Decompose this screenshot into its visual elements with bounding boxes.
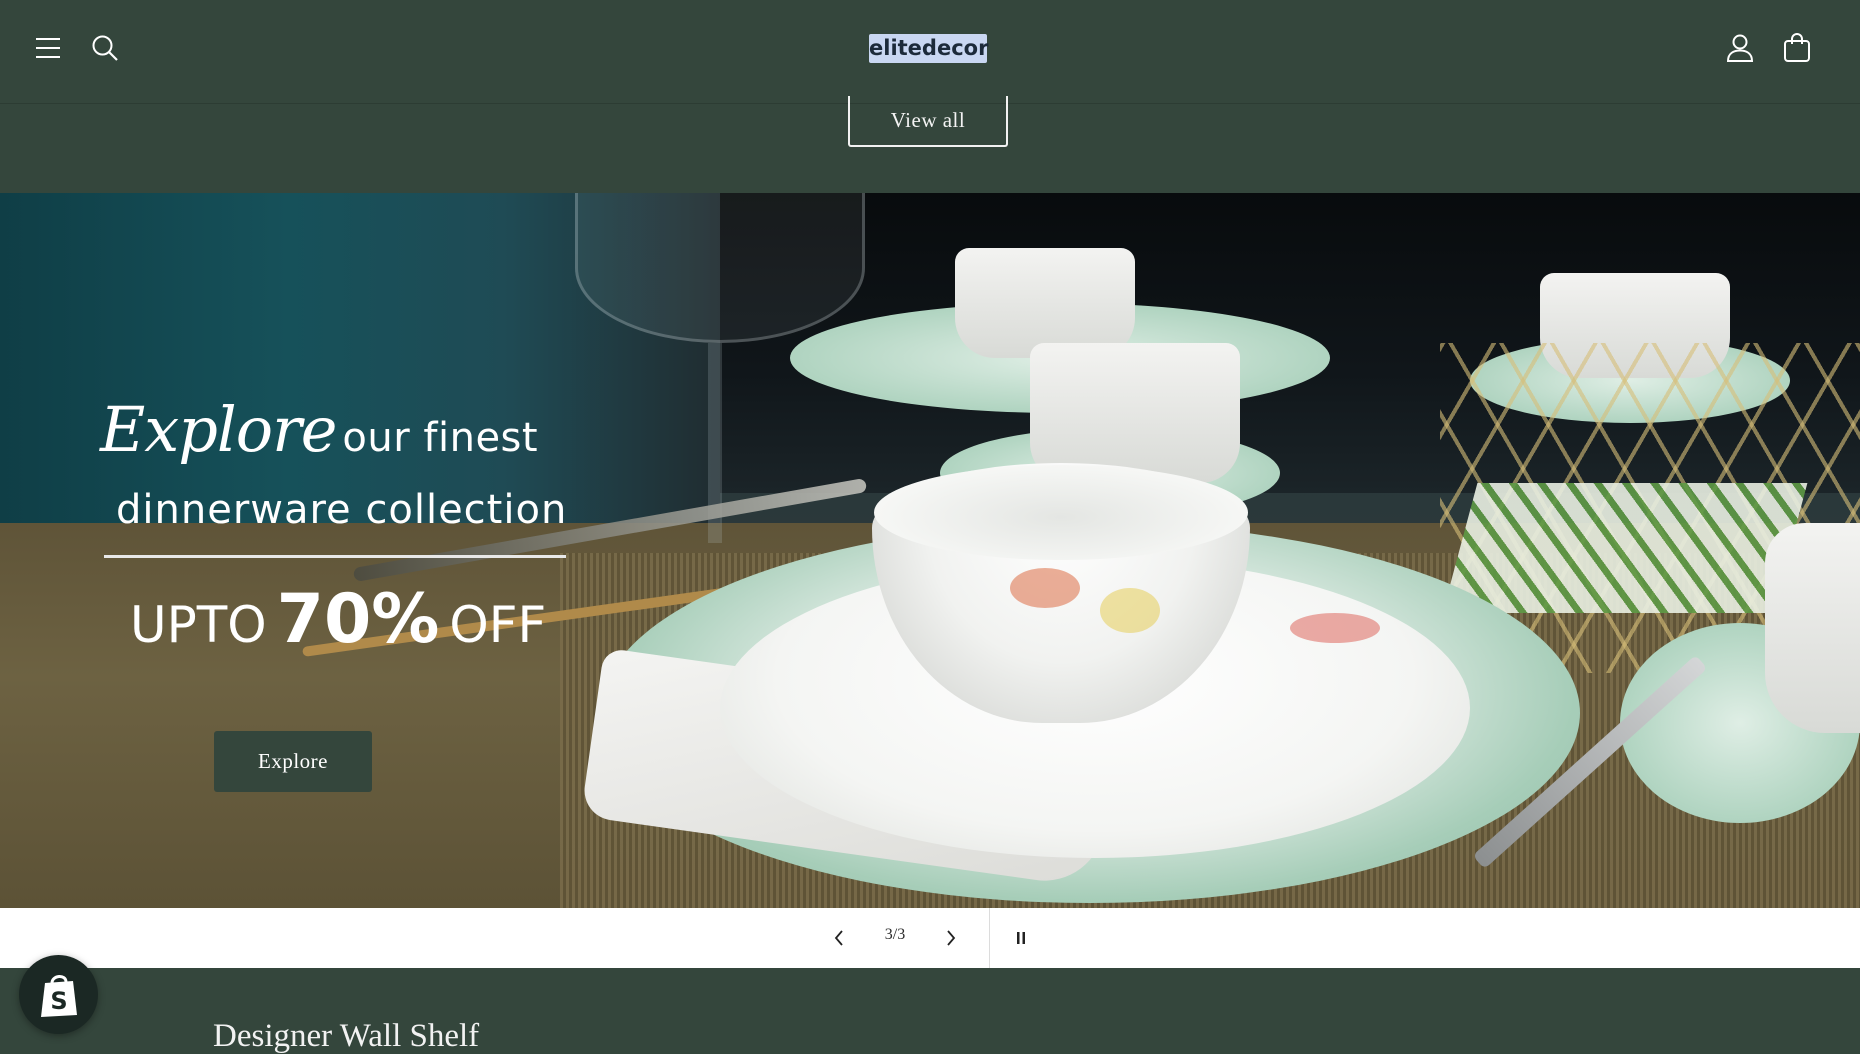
user-account-icon[interactable] bbox=[1722, 30, 1758, 66]
green-checked-napkin bbox=[1442, 483, 1808, 613]
hero-divider bbox=[104, 555, 566, 558]
chevron-left-icon[interactable] bbox=[821, 920, 857, 956]
floral-pattern bbox=[1010, 568, 1080, 608]
middle-cup bbox=[1030, 343, 1240, 483]
hamburger-menu-icon[interactable] bbox=[30, 30, 66, 66]
offer-upto: UPTO bbox=[130, 596, 267, 654]
slide-counter: 3/3 bbox=[884, 926, 906, 943]
hero-headline-line2: dinnerware collection bbox=[116, 487, 568, 533]
shopify-letter: S bbox=[50, 987, 67, 1015]
pause-icon[interactable] bbox=[1003, 920, 1039, 956]
view-all-button[interactable]: View all bbox=[848, 96, 1008, 147]
site-header: elitedecor bbox=[0, 0, 1860, 104]
shopping-bag-icon[interactable] bbox=[1779, 30, 1815, 66]
slideshow-controls: 3/3 bbox=[0, 908, 1860, 968]
hero-offer: UPTO 70% OFF bbox=[130, 580, 546, 659]
offer-percent: 70% bbox=[276, 580, 440, 659]
back-cup bbox=[955, 248, 1135, 358]
section-title: Designer Wall Shelf bbox=[213, 1018, 480, 1054]
floral-pattern bbox=[1290, 613, 1380, 643]
hero-headline-rest: our finest bbox=[342, 415, 539, 461]
right-cup bbox=[1765, 523, 1860, 733]
controls-divider bbox=[989, 908, 990, 968]
wall-shelf-section: Designer Wall Shelf bbox=[0, 968, 1860, 1054]
floral-pattern bbox=[1100, 588, 1160, 633]
wine-glass-illustration bbox=[575, 193, 865, 343]
explore-button[interactable]: Explore bbox=[214, 731, 372, 792]
site-logo[interactable]: elitedecor bbox=[869, 34, 988, 63]
hero-slide-image bbox=[0, 193, 1860, 908]
shopify-bag-icon[interactable]: S bbox=[19, 955, 98, 1034]
offer-off: OFF bbox=[449, 596, 547, 654]
search-icon[interactable] bbox=[87, 30, 123, 66]
bowl-rim bbox=[874, 465, 1248, 560]
chevron-right-icon[interactable] bbox=[933, 920, 969, 956]
hero-headline-script: Explore bbox=[100, 393, 337, 466]
